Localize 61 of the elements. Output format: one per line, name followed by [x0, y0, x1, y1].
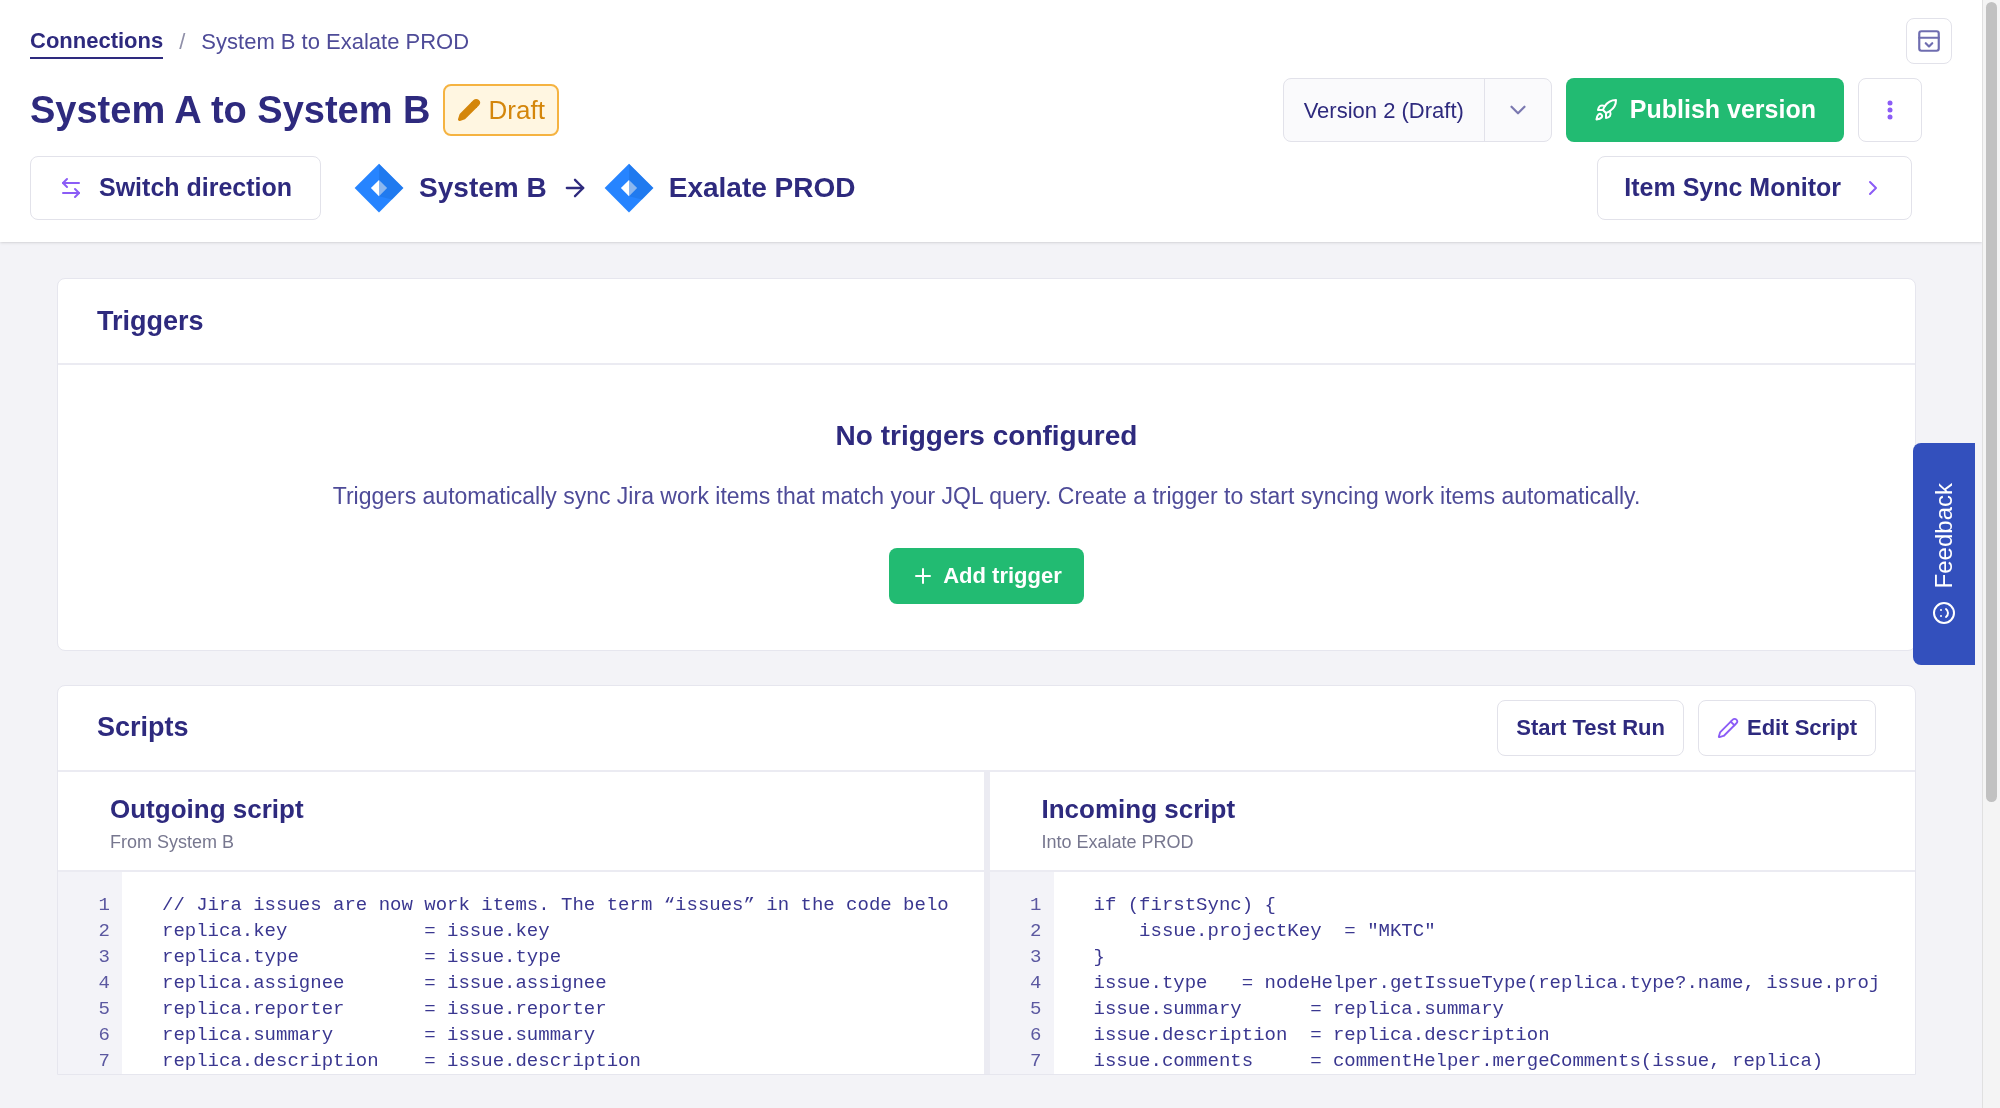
- line-number: 2: [98, 918, 110, 944]
- code-line: issue.projectKey = "MKTC": [1138, 918, 1437, 944]
- panel-title: Incoming script: [1041, 792, 1237, 826]
- line-number: 1: [1030, 892, 1042, 918]
- collapse-header-button[interactable]: [1906, 18, 1952, 64]
- code-line: replica.summary = issue.summary: [162, 1022, 597, 1048]
- code-line: issue.description = replica.description: [1093, 1022, 1551, 1048]
- breadcrumb-current: System B to Exalate PROD: [201, 27, 470, 56]
- draft-badge: Draft: [442, 84, 559, 136]
- code-line: replica.reporter = issue.reporter: [162, 996, 608, 1022]
- code-line: replica.description = issue.description: [162, 1048, 642, 1074]
- breadcrumb-link[interactable]: Connections: [30, 23, 164, 59]
- panel-title: Outgoing script: [110, 792, 305, 826]
- scrollbar[interactable]: [1982, 0, 2000, 1108]
- breadcrumb-separator: /: [179, 27, 186, 56]
- line-number: 4: [98, 970, 110, 996]
- edit-script-button[interactable]: Edit Script: [1698, 699, 1876, 756]
- line-number: 6: [98, 1022, 110, 1048]
- code-line: issue.type = nodeHelper.getIssueType(replica.type?.name, issue.proj: [1093, 970, 1882, 996]
- line-number: 5: [1030, 996, 1042, 1022]
- line-number: 7: [98, 1048, 110, 1074]
- code-line: if (firstSync) {: [1093, 892, 1277, 918]
- section-title: Scripts: [97, 711, 189, 745]
- test-run-button[interactable]: Start Test Run: [1497, 699, 1684, 756]
- smile-icon: [1932, 600, 1956, 625]
- switch-direction-button[interactable]: Switch direction: [30, 156, 322, 220]
- item-sync-monitor-button[interactable]: Item Sync Monitor: [1597, 156, 1912, 220]
- rocket-icon: [1593, 98, 1618, 122]
- line-number: 4: [1030, 970, 1042, 996]
- code-line: issue.summary = replica.summary: [1093, 996, 1505, 1022]
- line-number: 2: [1030, 918, 1042, 944]
- pencil-icon: [1717, 716, 1739, 739]
- version-select[interactable]: Version 2 (Draft): [1282, 78, 1552, 142]
- line-number: 7: [1030, 1048, 1042, 1074]
- code-line: }: [1093, 944, 1106, 970]
- feedback-tab[interactable]: Feedback: [1913, 443, 1975, 665]
- more-icon: [1887, 100, 1893, 120]
- pencil-icon: [456, 98, 481, 122]
- swap-arrows-icon: [59, 176, 83, 200]
- panel-icon: [1916, 28, 1942, 54]
- code-line: replica.assignee = issue.assignee: [162, 970, 608, 996]
- panel-subtitle: Into Exalate PROD: [1041, 830, 1195, 854]
- more-options-button[interactable]: [1858, 78, 1922, 142]
- section-title: Triggers: [97, 304, 204, 338]
- empty-state-text: Triggers automatically sync Jira work items that match your JQL query. Create a trigger to start syncing work items automatically.: [332, 482, 1641, 511]
- diamond-logo-icon: [602, 162, 655, 214]
- page-title: System A to System B: [30, 87, 431, 133]
- line-number: 6: [1030, 1022, 1042, 1048]
- line-number: 5: [98, 996, 110, 1022]
- code-line: // Jira issues are now work items. The term “issues” in the code belo: [162, 892, 950, 918]
- empty-state-title: No triggers configured: [835, 419, 1138, 453]
- line-number: 1: [98, 892, 110, 918]
- code-line: issue.comments = commentHelper.mergeComments(issue, replica): [1093, 1048, 1825, 1074]
- panel-subtitle: From System B: [110, 830, 235, 854]
- diamond-logo-icon: [353, 162, 406, 214]
- code-line: replica.key = issue.key: [162, 918, 551, 944]
- target-system: Exalate PROD: [668, 171, 856, 205]
- code-line: replica.type = issue.type: [162, 944, 563, 970]
- line-number: 3: [98, 944, 110, 970]
- line-number: 3: [1030, 944, 1042, 970]
- source-system: System B: [419, 171, 547, 205]
